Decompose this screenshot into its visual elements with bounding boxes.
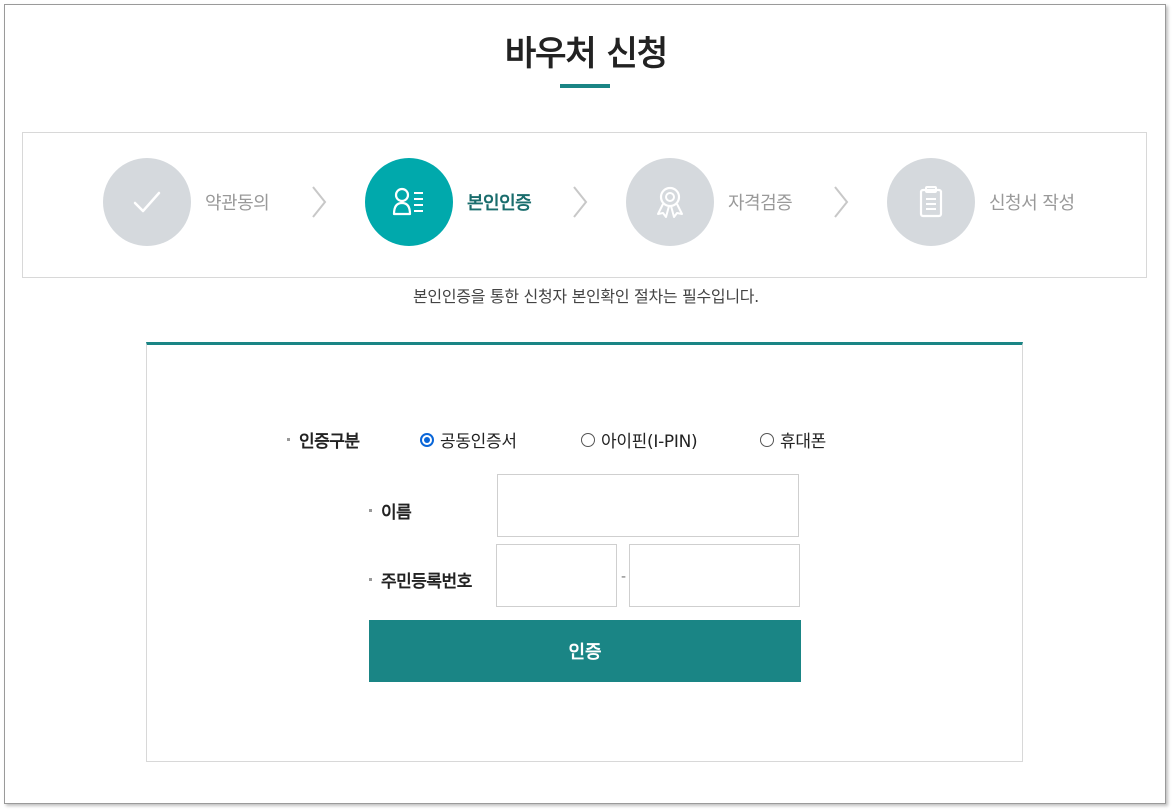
- person-list-icon: [392, 187, 423, 216]
- rrn-front-input[interactable]: [496, 544, 617, 607]
- name-label: 이름: [369, 498, 412, 523]
- step-eligibility-check: 자격검증: [626, 158, 793, 246]
- award-ribbon-icon: [657, 186, 683, 218]
- step-label: 약관동의: [205, 193, 270, 214]
- step-circle-active: [365, 158, 453, 246]
- bullet-icon: [369, 509, 372, 512]
- chevron-right-icon: [312, 186, 327, 218]
- step-circle: [887, 158, 975, 246]
- rrn-label: 주민등록번호: [369, 567, 472, 592]
- bullet-icon: [287, 438, 290, 441]
- authenticate-button[interactable]: 인증: [369, 620, 801, 682]
- name-input[interactable]: [497, 474, 799, 537]
- clipboard-icon: [919, 186, 943, 218]
- step-label: 신청서 작성: [989, 193, 1075, 214]
- rrn-back-input[interactable]: [629, 544, 800, 607]
- title-underline: [560, 84, 610, 88]
- rrn-separator: -: [621, 569, 627, 585]
- chevron-right-icon: [834, 186, 849, 218]
- page-title: 바우처 신청: [504, 34, 668, 74]
- step-identity-verification: 본인인증: [365, 158, 532, 246]
- step-label: 본인인증: [467, 193, 532, 214]
- step-progress: 약관동의 본인인증 자격검증 신청서 작성: [22, 132, 1147, 278]
- radio-mobile-phone[interactable]: 휴대폰: [760, 427, 826, 452]
- step-label: 자격검증: [728, 193, 793, 214]
- radio-joint-certificate[interactable]: 공동인증서: [420, 427, 517, 452]
- bullet-icon: [369, 578, 372, 581]
- step-circle: [103, 158, 191, 246]
- check-icon: [133, 191, 161, 213]
- auth-type-label: 인증구분: [287, 427, 360, 452]
- radio-checked-icon[interactable]: [420, 432, 434, 447]
- radio-unchecked-icon[interactable]: [760, 432, 774, 447]
- chevron-right-icon: [573, 186, 588, 218]
- step-terms-agreement: 약관동의: [103, 158, 270, 246]
- radio-ipin[interactable]: 아이핀(I-PIN): [581, 427, 698, 452]
- auth-form: 인증구분 공동인증서 아이핀(I-PIN) 휴대폰 이름 주민등록번호 - 인증: [146, 342, 1023, 762]
- step-application-form: 신청서 작성: [887, 158, 1075, 246]
- notice-text: 본인인증을 통한 신청자 본인확인 절차는 필수입니다.: [413, 287, 759, 306]
- step-circle: [626, 158, 714, 246]
- radio-unchecked-icon[interactable]: [581, 432, 595, 447]
